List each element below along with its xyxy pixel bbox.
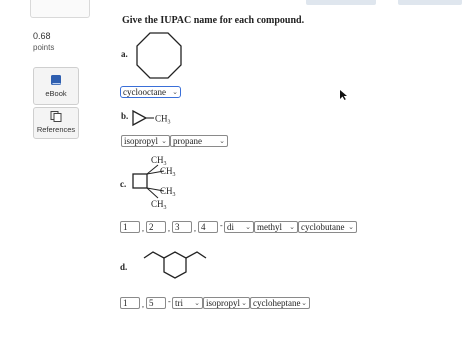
part-a-answer-select[interactable]: cyclooctane ⌄ [120, 86, 181, 98]
methylcyclopropane-structure: CH3 [132, 109, 171, 127]
score-unit: points [33, 43, 55, 52]
question-prompt: Give the IUPAC name for each compound. [122, 15, 305, 26]
part-b-label: b. [121, 111, 129, 121]
references-button[interactable]: References [33, 107, 79, 139]
part-c-substituent-value: methyl [257, 222, 282, 232]
book-icon [51, 75, 61, 85]
part-b-prefix-value: isopropyl [124, 136, 159, 146]
part-c-locant-2[interactable]: 2 [146, 221, 166, 233]
part-b-parent-value: propane [173, 136, 202, 146]
part-c-locant-3[interactable]: 3 [172, 221, 192, 233]
comma-separator: , [168, 224, 170, 233]
comma-separator: , [142, 224, 144, 233]
part-d-parent-select[interactable]: cycloheptane ⌄ [250, 297, 310, 309]
part-d-substituent-select[interactable]: isopropyl ⌄ [203, 297, 250, 309]
chevron-down-icon: ⌄ [172, 88, 178, 96]
chevron-down-icon: ⌄ [245, 223, 251, 231]
part-d-substituent-value: isopropyl [206, 298, 241, 308]
chevron-down-icon: ⌄ [161, 137, 167, 145]
comma-separator: , [142, 300, 144, 309]
previous-tab[interactable] [30, 0, 90, 18]
part-d-multiplier-value: tri [175, 298, 183, 308]
methyl-label-3: CH3 [160, 186, 176, 198]
part-a-answer-value: cyclooctane [123, 87, 166, 97]
part-c-parent-value: cyclobutane [301, 222, 345, 232]
part-a-label: a. [121, 49, 128, 59]
part-b-parent-select[interactable]: propane ⌄ [170, 135, 228, 147]
part-c-substituent-select[interactable]: methyl ⌄ [254, 221, 298, 233]
mouse-cursor-icon [340, 90, 347, 100]
chevron-down-icon: ⌄ [348, 223, 354, 231]
part-d-locant-2[interactable]: 5 [146, 297, 166, 309]
chevron-down-icon: ⌄ [194, 299, 200, 307]
part-d-multiplier-select[interactable]: tri ⌄ [172, 297, 203, 309]
part-d-locant-1[interactable]: 1 [120, 297, 140, 309]
part-c-parent-select[interactable]: cyclobutane ⌄ [298, 221, 357, 233]
comma-separator: , [194, 224, 196, 233]
chevron-down-icon: ⌄ [289, 223, 295, 231]
hyphen-separator: - [168, 297, 171, 306]
tetramethylcyclobutane-structure: CH3 CH3 CH3 CH3 [132, 155, 176, 211]
score: 0.68 points [33, 31, 54, 53]
methyl-label-4: CH3 [151, 199, 167, 211]
chevron-down-icon: ⌄ [241, 299, 247, 307]
references-label: References [36, 125, 76, 134]
part-d-parent-value: cycloheptane [253, 298, 301, 308]
hyphen-separator: - [220, 221, 223, 230]
part-c-label: c. [120, 179, 127, 189]
part-c-multiplier-select[interactable]: di ⌄ [224, 221, 254, 233]
cyclooctane-structure [136, 32, 182, 79]
ebook-button[interactable]: eBook [33, 67, 79, 105]
part-b-prefix-select[interactable]: isopropyl ⌄ [121, 135, 170, 147]
chevron-down-icon: ⌄ [219, 137, 225, 145]
part-b-substituent: CH3 [155, 114, 171, 126]
chevron-down-icon: ⌄ [301, 299, 307, 307]
part-c-locant-1[interactable]: 1 [120, 221, 140, 233]
toolbar-button[interactable] [398, 0, 462, 5]
methyl-label-2: CH3 [160, 166, 176, 178]
ebook-label: eBook [45, 89, 67, 98]
documents-icon [50, 111, 62, 122]
part-c-multiplier-value: di [227, 222, 235, 232]
part-d-label: d. [120, 262, 128, 272]
part-c-locant-4[interactable]: 4 [198, 221, 218, 233]
cyclohexane-skeletal-structure [143, 251, 207, 279]
score-value: 0.68 [33, 31, 51, 41]
toolbar-button[interactable] [306, 0, 376, 5]
